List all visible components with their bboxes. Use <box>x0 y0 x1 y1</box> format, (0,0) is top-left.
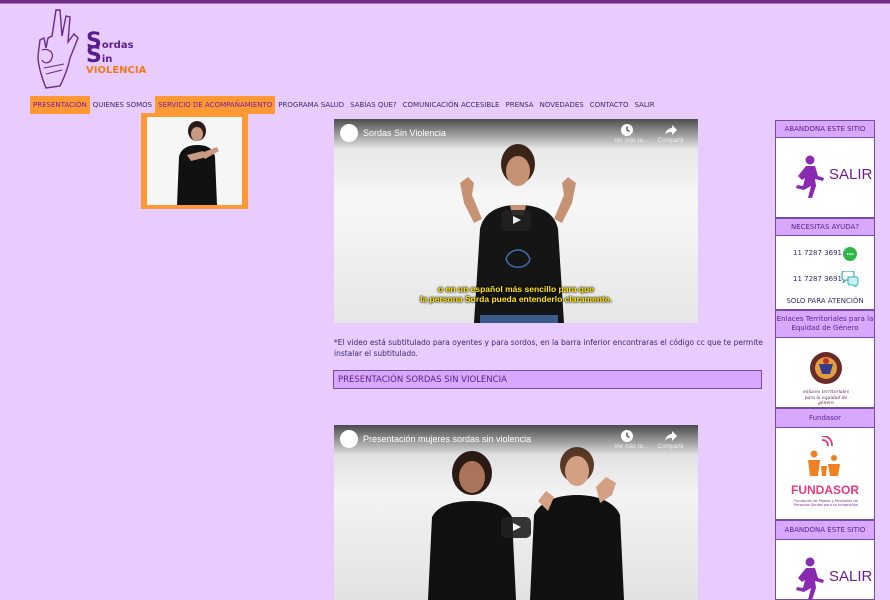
signing-hand-logo-icon <box>37 9 79 89</box>
chat-bubbles-icon[interactable] <box>841 271 859 287</box>
video-player-sordas-sin-violencia[interactable]: Sordas Sin Violencia Ver más ta... Compa… <box>334 119 698 323</box>
enlaces-logo-text-2: para la equidad de género <box>804 396 848 406</box>
salir-button-2[interactable]: SALIR <box>775 540 875 600</box>
nav-programa-salud[interactable]: PROGRAMA SALUD <box>275 96 347 114</box>
main-nav: PRESENTACIÓN QUIENES SOMOS SERVICIO DE A… <box>30 96 658 114</box>
clock-icon <box>621 430 633 442</box>
abandona-heading-2: ABANDONA ESTE SITIO <box>775 520 875 540</box>
nav-salir[interactable]: SALIR <box>631 96 657 114</box>
sign-language-video[interactable] <box>141 113 248 209</box>
play-button-icon[interactable] <box>501 517 531 538</box>
nav-presentacion[interactable]: PRESENTACIÓN <box>30 96 90 114</box>
ayuda-heading: NECESITAS AYUDA? <box>775 218 875 236</box>
watch-later-label: Ver más ta... <box>614 138 648 144</box>
fundasor-subtitle: Fundación de Padres y Familiares de Pers… <box>794 499 858 507</box>
enlaces-logo-text-1: enlaces territoriales <box>802 390 850 395</box>
watch-later-button[interactable]: Ver más ta... <box>614 123 648 144</box>
channel-avatar-icon[interactable] <box>340 124 358 142</box>
fundasor-logo-icon <box>808 436 840 476</box>
watch-later-label: Ver más ta... <box>614 444 648 450</box>
nav-servicio-acompanamiento[interactable]: SERVICIO DE ACOMPAÑAMIENTO <box>155 96 276 114</box>
help-contact-box: 11 7287 3691 11 7287 3691 SOLO PARA ATEN… <box>775 236 875 310</box>
solo-atencion-label: SOLO PARA ATENCIÓN <box>786 297 864 305</box>
abandona-heading: ABANDONA ESTE SITIO <box>775 120 875 138</box>
fundasor-heading: Fundasor <box>775 408 875 428</box>
logo-word-violencia: VIOLENCIA <box>86 65 147 76</box>
fundasor-wordmark: FUNDASOR <box>791 483 859 497</box>
subtitle-note: *El video está subtitulado para oyentes … <box>334 338 763 358</box>
top-bar <box>0 0 890 4</box>
enlaces-territoriales-logo-icon <box>810 352 842 384</box>
enlaces-territoriales-link[interactable]: enlaces territoriales para la equidad de… <box>775 338 875 408</box>
share-label: Compartir <box>657 444 685 450</box>
channel-avatar-icon[interactable] <box>340 430 358 448</box>
fundasor-link[interactable]: FUNDASOR Fundación de Padres y Familiare… <box>775 428 875 520</box>
nav-prensa[interactable]: PRENSA <box>502 96 536 114</box>
running-woman-icon <box>796 557 824 600</box>
share-button[interactable]: Compartir <box>654 123 688 144</box>
nav-sabias-que[interactable]: SABÍAS QUE? <box>347 96 399 114</box>
nav-quienes-somos[interactable]: QUIENES SOMOS <box>90 96 155 114</box>
watch-later-button[interactable]: Ver más ta... <box>614 429 648 450</box>
play-button-icon[interactable] <box>501 210 531 231</box>
clock-icon <box>621 124 633 136</box>
video1-caption-line2: la persona Sorda pueda entenderlo claram… <box>420 294 612 304</box>
salir-button[interactable]: SALIR <box>775 138 875 218</box>
video-player-presentacion[interactable]: Presentación mujeres sordas sin violenci… <box>334 425 698 600</box>
phone-number-1[interactable]: 11 7287 3691 <box>793 249 842 257</box>
salir-label: SALIR <box>829 166 873 183</box>
video1-caption-line1: o en un español más sencillo para que <box>438 284 594 294</box>
phone-number-2[interactable]: 11 7287 3691 <box>793 275 842 283</box>
share-button[interactable]: Compartir <box>654 429 688 450</box>
share-label: Compartir <box>657 138 685 144</box>
salir-label-2: SALIR <box>829 568 873 585</box>
sign-language-interpreter-image <box>147 117 242 205</box>
site-logo[interactable]: Sordas Sin VIOLENCIA <box>34 8 154 92</box>
whatsapp-chat-icon[interactable] <box>843 247 857 261</box>
nav-novedades[interactable]: NOVEDADES <box>537 96 587 114</box>
section-title-bar: PRESENTACIÓN SORDAS SIN VIOLENCIA <box>333 370 762 389</box>
running-woman-icon <box>796 155 824 198</box>
share-arrow-icon <box>665 125 677 135</box>
share-arrow-icon <box>665 431 677 441</box>
nav-comunicacion-accesible[interactable]: COMUNICACIÓN ACCESIBLE <box>400 96 503 114</box>
enlaces-heading: Enlaces Territoriales para la Equidad de… <box>775 310 875 338</box>
section-title: PRESENTACIÓN SORDAS SIN VIOLENCIA <box>338 375 507 385</box>
nav-contacto[interactable]: CONTACTO <box>587 96 632 114</box>
video2-title[interactable]: Presentación mujeres sordas sin violenci… <box>363 434 531 444</box>
right-sidebar: ABANDONA ESTE SITIO SALIR NECESITAS AYUD… <box>775 120 875 600</box>
video1-title[interactable]: Sordas Sin Violencia <box>363 128 446 138</box>
